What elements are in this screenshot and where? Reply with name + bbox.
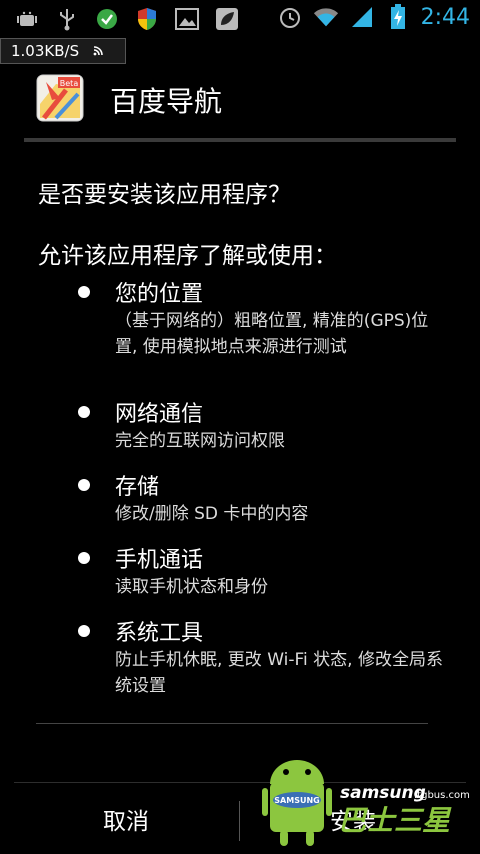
permissions-heading: 允许该应用程序了解或使用：	[38, 243, 337, 269]
permission-description: 完全的互联网访问权限	[115, 431, 285, 451]
watermark-domain: .tgbus.com	[414, 790, 470, 801]
permission-description: 修改/删除 SD 卡中的内容	[115, 504, 309, 524]
netspeed-text: 1.03KB/S	[11, 42, 80, 60]
bullet-icon	[78, 406, 90, 418]
baidu-navigation-app-icon: Beta	[36, 74, 84, 122]
check-circle-icon	[94, 6, 120, 32]
bullet-icon	[78, 625, 90, 637]
bullet-icon	[78, 479, 90, 491]
watermark-brand: 巴士三星	[338, 804, 452, 837]
header-divider	[24, 138, 456, 142]
install-question: 是否要安装该应用程序？	[38, 182, 291, 208]
wifi-icon	[313, 4, 339, 30]
clock: 2:44	[420, 4, 470, 30]
alarm-icon	[277, 4, 303, 30]
bullet-icon	[78, 552, 90, 564]
permission-description: 读取手机状态和身份	[115, 577, 268, 597]
cancel-button[interactable]: 取消	[14, 783, 238, 854]
bullet-icon	[78, 286, 90, 298]
app-header: Beta 百度导航	[0, 64, 480, 138]
signal-icon	[349, 4, 375, 30]
permission-title: 网络通信	[115, 402, 204, 427]
app-title: 百度导航	[110, 85, 223, 118]
battery-charging-icon	[385, 4, 411, 30]
system-icons: 2:44	[277, 4, 470, 30]
leaf-icon	[214, 6, 240, 32]
beta-badge: Beta	[60, 79, 79, 88]
watermark-site: samsung	[340, 783, 426, 803]
shield-icon	[134, 6, 160, 32]
status-bar: 2:44	[0, 0, 480, 38]
permission-title: 系统工具	[115, 621, 204, 646]
permission-title: 手机通话	[115, 548, 204, 573]
permission-title: 您的位置	[115, 282, 204, 307]
permission-title: 存储	[115, 475, 160, 500]
samsung-tgbus-watermark: SAMSUNG samsung .tgbus.com 巴士三星	[262, 752, 472, 848]
android-robot-icon: SAMSUNG	[262, 760, 332, 846]
notification-icons	[14, 6, 240, 32]
android-debug-icon	[14, 6, 40, 32]
watermark-badge: SAMSUNG	[274, 796, 319, 805]
wifi-small-icon	[93, 42, 105, 60]
permission-description: 防止手机休眠, 更改 Wi-Fi 状态, 修改全局系统设置	[115, 650, 443, 696]
netspeed-indicator: 1.03KB/S	[0, 38, 126, 64]
usb-icon	[54, 6, 80, 32]
permission-description: （基于网络的）粗略位置, 精准的(GPS)位置, 使用模拟地点来源进行测试	[115, 311, 429, 357]
content-divider	[36, 723, 428, 724]
image-icon	[174, 6, 200, 32]
